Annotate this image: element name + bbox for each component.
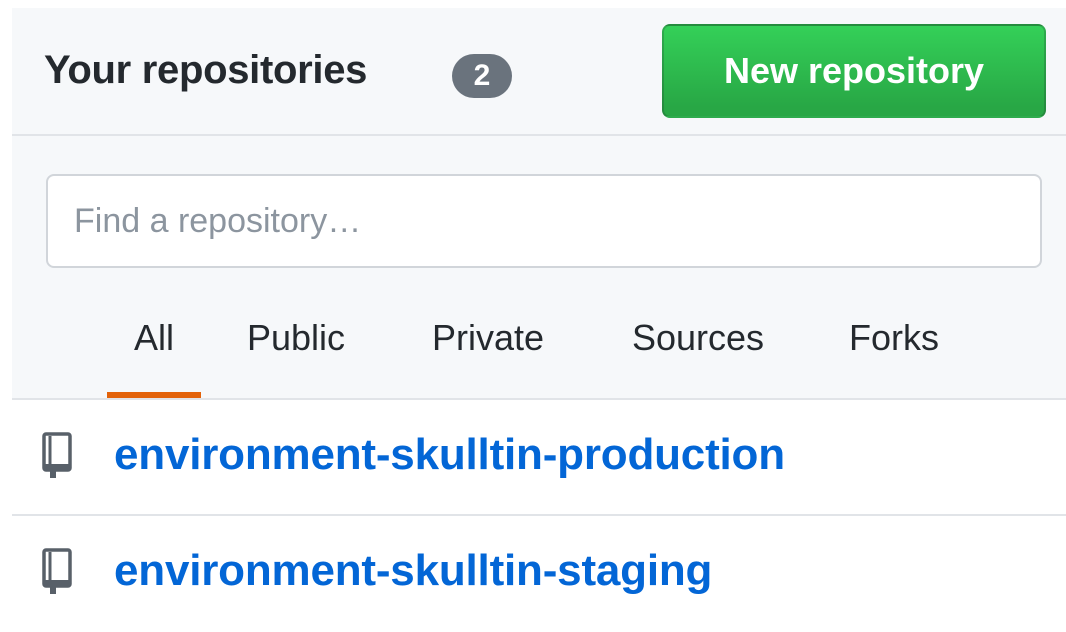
new-repository-button[interactable]: New repository — [662, 24, 1046, 118]
repository-link-production[interactable]: environment-skulltin-production — [114, 430, 785, 480]
repo-icon — [42, 548, 72, 598]
tab-private[interactable]: Private — [418, 308, 558, 398]
tab-sources[interactable]: Sources — [616, 308, 780, 398]
repository-count-badge: 2 — [452, 54, 512, 98]
repository-list-item: environment-skulltin-staging — [12, 516, 1066, 632]
repositories-header: Your repositories 2 New repository — [12, 8, 1066, 136]
find-repository-input[interactable] — [46, 174, 1042, 268]
repo-icon — [42, 432, 72, 482]
tab-public[interactable]: Public — [234, 308, 358, 398]
repositories-panel: Your repositories 2 New repository All P… — [0, 0, 1066, 627]
repository-filter-area: All Public Private Sources Forks — [12, 136, 1066, 400]
tab-all[interactable]: All — [107, 308, 201, 398]
page-title: Your repositories — [44, 48, 368, 92]
repository-link-staging[interactable]: environment-skulltin-staging — [114, 546, 712, 596]
repository-list-item: environment-skulltin-production — [12, 400, 1066, 516]
tab-forks[interactable]: Forks — [839, 308, 949, 398]
